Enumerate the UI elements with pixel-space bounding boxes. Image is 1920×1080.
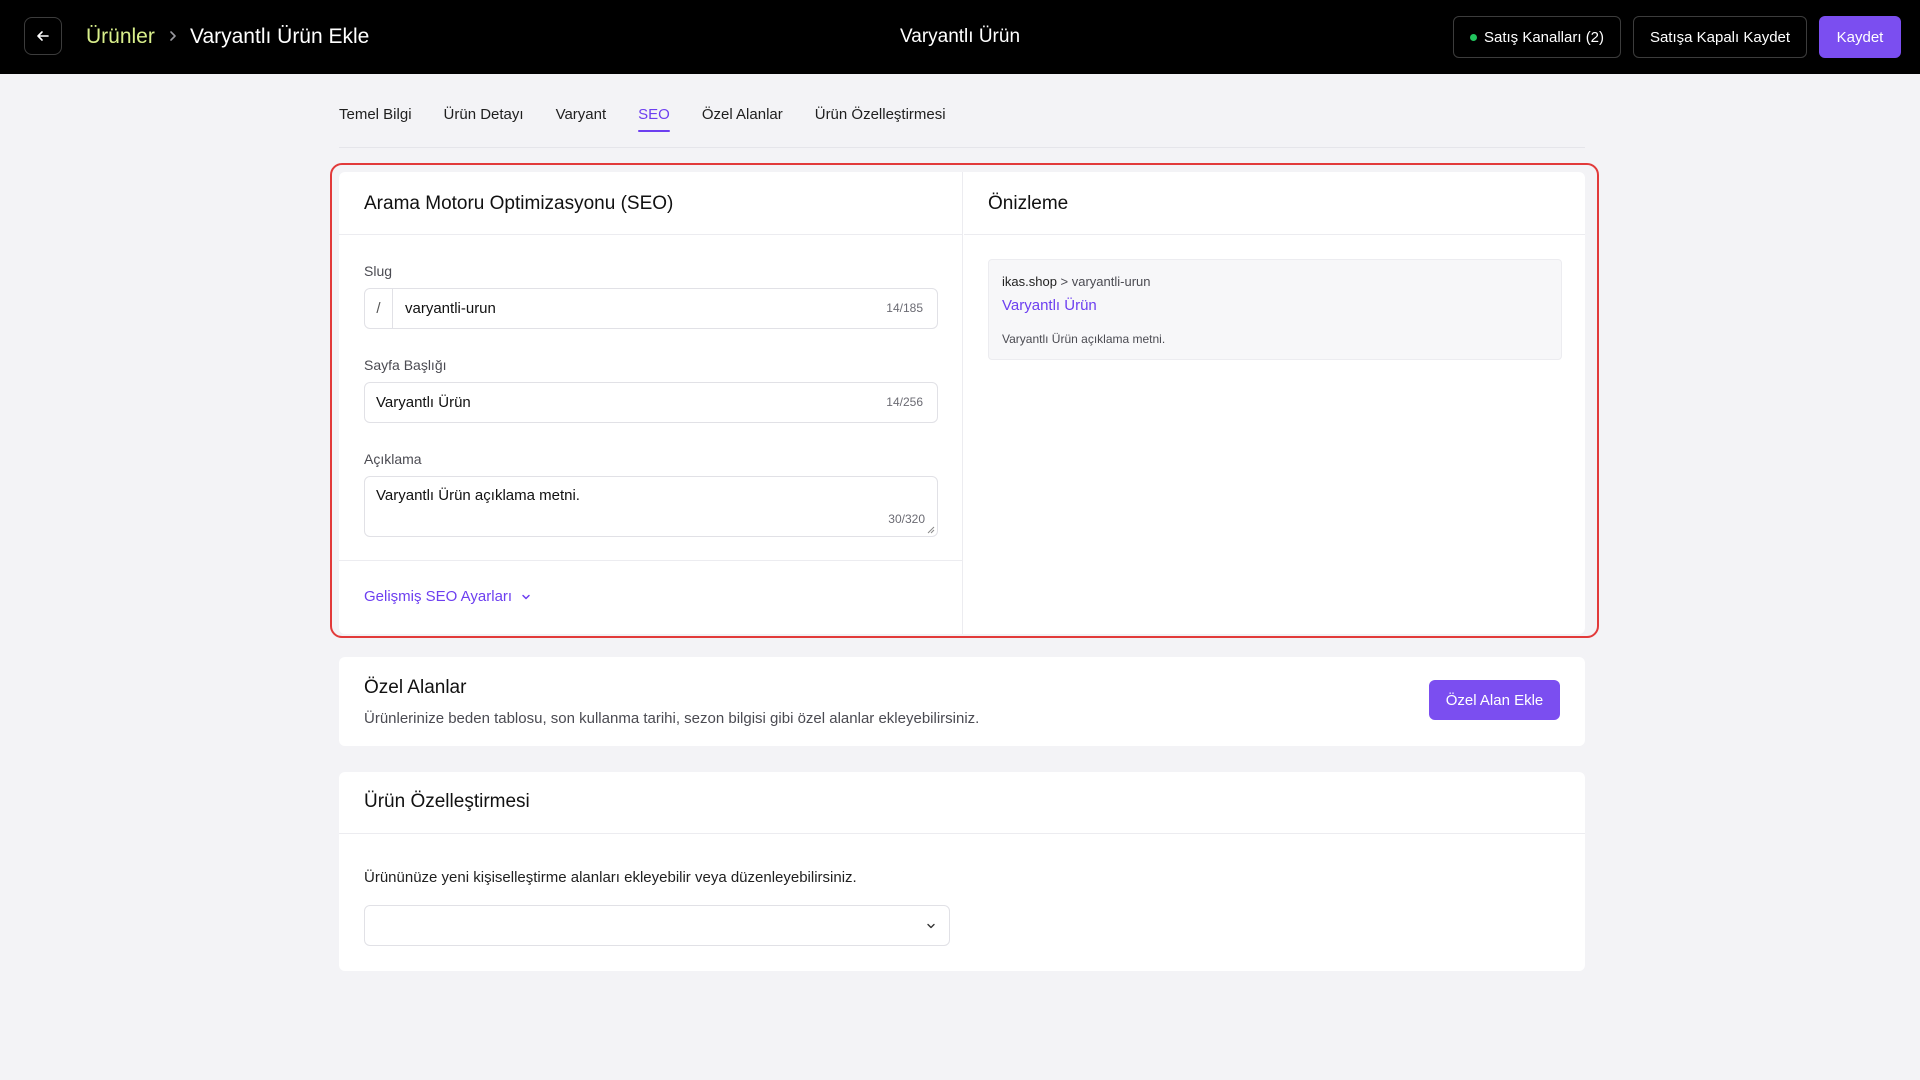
custom-fields-description: Ürünlerinize beden tablosu, son kullanma… [364,710,980,727]
add-custom-field-button[interactable]: Özel Alan Ekle [1429,680,1560,720]
sales-channels-label: Satış Kanalları (2) [1483,28,1605,46]
tab-product-customization[interactable]: Ürün Özelleştirmesi [815,104,946,132]
tab-basic-info[interactable]: Temel Bilgi [339,104,412,132]
back-button[interactable] [24,17,62,55]
customization-select[interactable] [364,905,950,946]
sales-channels-button[interactable]: Satış Kanalları (2) [1453,16,1621,58]
arrow-left-icon [37,31,49,41]
save-button[interactable]: Kaydet [1819,16,1901,58]
save-closed-button[interactable]: Satışa Kapalı Kaydet [1633,16,1807,58]
breadcrumb-products-link[interactable]: Ürünler [86,24,155,50]
customization-header-divider [339,833,1585,834]
tab-variant[interactable]: Varyant [556,104,607,132]
breadcrumb-current: Varyantlı Ürün Ekle [190,25,370,48]
chevron-right-icon [167,26,179,52]
product-customization-title: Ürün Özelleştirmesi [364,791,530,812]
status-dot-icon [1469,33,1477,41]
chevron-down-icon [927,923,935,929]
tab-product-detail[interactable]: Ürün Detayı [444,104,524,132]
custom-fields-card: Özel Alanlar Ürünlerinize beden tablosu,… [339,657,1585,746]
tab-custom-fields[interactable]: Özel Alanlar [702,104,783,132]
tab-seo[interactable]: SEO [638,104,670,132]
seo-highlight-frame [330,163,1599,638]
product-customization-card: Ürün Özelleştirmesi Ürününüze yeni kişis… [339,772,1585,971]
top-bar: Ürünler Varyantlı Ürün Ekle Varyantlı Ür… [0,0,1920,74]
product-customization-description: Ürününüze yeni kişiselleştirme alanları … [364,869,857,886]
tabs-divider [339,147,1585,148]
tab-bar: Temel Bilgi Ürün Detayı Varyant SEO Özel… [339,104,978,132]
custom-fields-title: Özel Alanlar [364,677,467,698]
